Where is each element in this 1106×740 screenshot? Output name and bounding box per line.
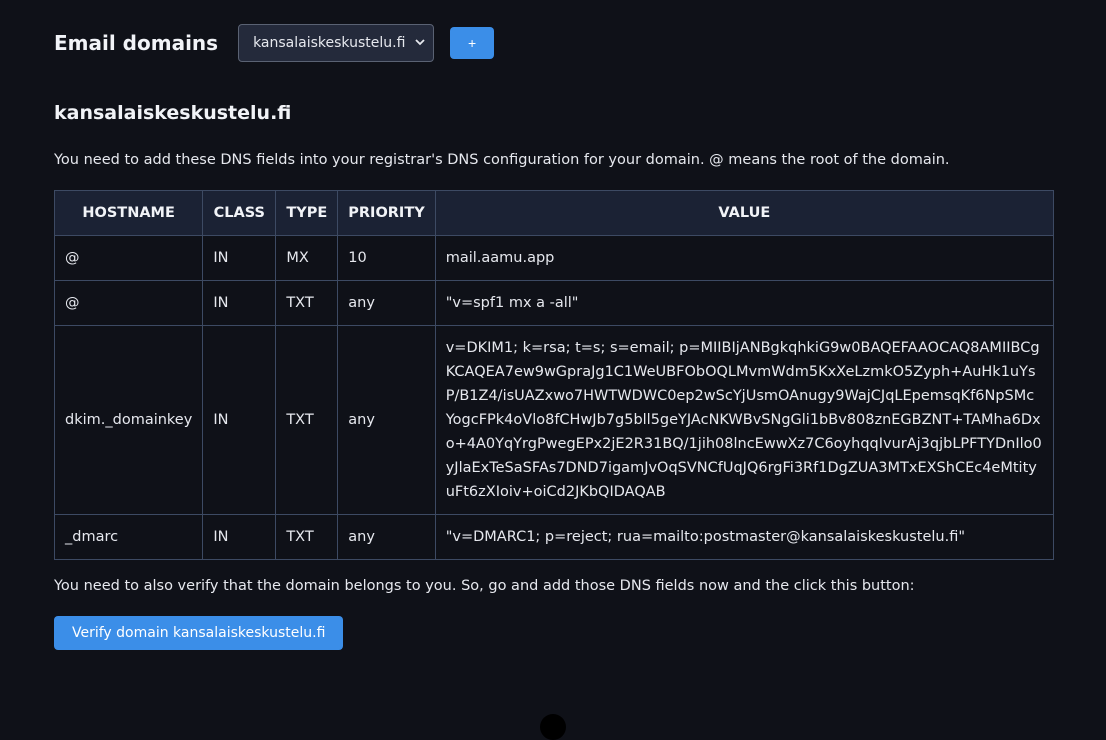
table-header-row: HOSTNAME CLASS TYPE PRIORITY VALUE <box>53 190 1055 236</box>
cell-hostname: _dmarc <box>53 514 204 560</box>
table-row: @ IN TXT any "v=spf1 mx a -all" <box>53 280 1055 326</box>
cell-priority: any <box>337 514 436 560</box>
cell-priority: any <box>337 280 436 326</box>
table-row: _dmarc IN TXT any "v=DMARC1; p=reject; r… <box>53 514 1055 560</box>
column-header-class: CLASS <box>202 190 277 236</box>
page-header: Email domains kansalaiskeskustelu.fi + <box>54 24 495 62</box>
cell-class: IN <box>202 325 277 515</box>
cell-value: "v=spf1 mx a -all" <box>434 280 1055 326</box>
cell-class: IN <box>202 514 277 560</box>
cell-value: "v=DMARC1; p=reject; rua=mailto:postmast… <box>434 514 1055 560</box>
table-row: @ IN MX 10 mail.aamu.app <box>53 235 1055 281</box>
cell-hostname: dkim._domainkey <box>53 325 204 515</box>
verify-instructions: You need to also verify that the domain … <box>54 578 915 594</box>
chevron-down-icon <box>415 38 425 49</box>
cell-type: TXT <box>275 514 339 560</box>
column-header-type: TYPE <box>275 190 339 236</box>
column-header-hostname: HOSTNAME <box>53 190 204 236</box>
cell-class: IN <box>202 280 277 326</box>
column-header-value: VALUE <box>434 190 1055 236</box>
dns-instructions: You need to add these DNS fields into yo… <box>54 152 950 168</box>
cell-hostname: @ <box>53 235 204 281</box>
cell-hostname: @ <box>53 280 204 326</box>
cell-priority: any <box>337 325 436 515</box>
cell-type: TXT <box>275 280 339 326</box>
scroll-indicator <box>540 714 566 740</box>
cell-type: MX <box>275 235 339 281</box>
cell-value: mail.aamu.app <box>434 235 1055 281</box>
cell-priority: 10 <box>337 235 436 281</box>
cell-type: TXT <box>275 325 339 515</box>
add-domain-button[interactable]: + <box>450 27 495 59</box>
domain-heading: kansalaiskeskustelu.fi <box>54 102 292 124</box>
verify-domain-button[interactable]: Verify domain kansalaiskeskustelu.fi <box>54 616 344 650</box>
column-header-priority: PRIORITY <box>337 190 436 236</box>
dns-records-table: HOSTNAME CLASS TYPE PRIORITY VALUE @ IN … <box>53 190 1055 560</box>
table-row: dkim._domainkey IN TXT any v=DKIM1; k=rs… <box>53 325 1055 515</box>
cell-class: IN <box>202 235 277 281</box>
cell-value: v=DKIM1; k=rsa; t=s; s=email; p=MIIBIjAN… <box>434 325 1055 515</box>
page-title: Email domains <box>54 31 219 55</box>
domain-select[interactable]: kansalaiskeskustelu.fi <box>238 24 435 62</box>
domain-select-value: kansalaiskeskustelu.fi <box>253 35 406 51</box>
